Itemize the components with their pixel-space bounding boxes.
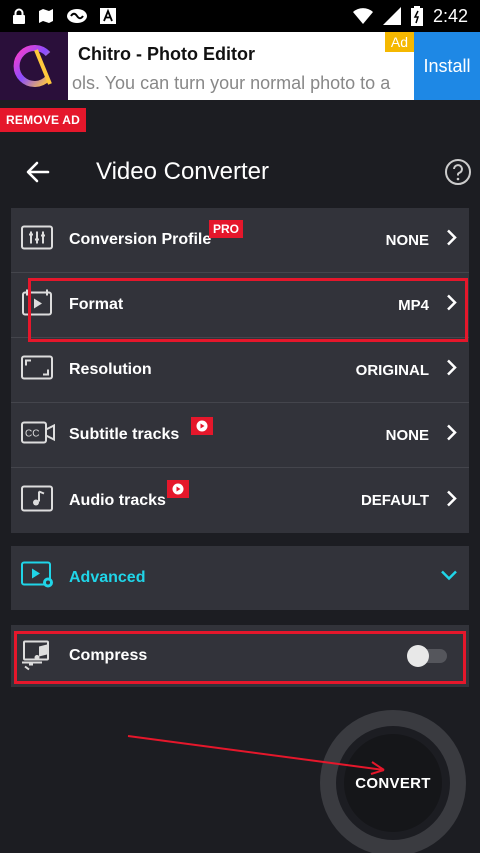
status-bar: 2:42 xyxy=(0,0,480,32)
equalizer-icon xyxy=(21,225,53,255)
format-label: Format xyxy=(69,296,124,313)
advanced-section[interactable]: Advanced xyxy=(11,546,469,610)
subtitle-tracks-value: NONE xyxy=(385,426,429,444)
chevron-right-icon xyxy=(445,488,459,513)
map-icon xyxy=(38,8,54,24)
page-title: Video Converter xyxy=(96,158,269,185)
settings-list: Conversion Profile PRO NONE Format MP4 R… xyxy=(11,208,469,533)
app-header: Video Converter xyxy=(0,148,480,196)
chevron-down-icon xyxy=(439,569,459,588)
lock-icon xyxy=(12,8,26,24)
remove-ad-button[interactable]: REMOVE AD xyxy=(0,108,87,132)
convert-button[interactable]: CONVERT xyxy=(344,734,442,832)
format-row[interactable]: Format MP4 xyxy=(11,273,469,338)
ad-install-button[interactable]: Install xyxy=(414,32,480,100)
chevron-right-icon xyxy=(445,228,459,253)
compress-icon xyxy=(21,637,55,676)
video-settings-icon xyxy=(21,561,55,595)
chevron-right-icon xyxy=(445,423,459,448)
conversion-profile-value: NONE xyxy=(385,231,429,249)
compress-toggle[interactable] xyxy=(407,645,447,667)
closed-caption-icon: CC xyxy=(21,421,55,449)
format-value: MP4 xyxy=(398,296,429,314)
chevron-right-icon xyxy=(445,293,459,318)
pro-badge: PRO xyxy=(209,220,244,238)
conversion-profile-label: Conversion Profile xyxy=(69,231,212,248)
resolution-icon xyxy=(21,355,53,385)
subtitle-tracks-label: Subtitle tracks xyxy=(69,426,180,443)
advanced-label: Advanced xyxy=(69,569,146,586)
video-ad-icon xyxy=(167,480,189,498)
infinity-icon xyxy=(66,8,88,24)
ad-text: Chitro - Photo Editor ols. You can turn … xyxy=(68,32,414,100)
resolution-row[interactable]: Resolution ORIGINAL xyxy=(11,338,469,403)
resolution-value: ORIGINAL xyxy=(355,361,429,379)
audio-tracks-row[interactable]: Audio tracks DEFAULT xyxy=(11,468,469,533)
format-play-icon xyxy=(21,289,53,322)
conversion-profile-row[interactable]: Conversion Profile PRO NONE xyxy=(11,208,469,273)
ad-tag: Ad xyxy=(384,32,414,52)
video-ad-icon xyxy=(191,417,213,435)
wifi-icon xyxy=(352,8,373,24)
signal-icon xyxy=(382,7,401,25)
compress-label: Compress xyxy=(69,647,148,664)
svg-text:CC: CC xyxy=(25,429,39,440)
resolution-label: Resolution xyxy=(69,361,152,378)
subtitle-tracks-row[interactable]: CC Subtitle tracks NONE xyxy=(11,403,469,468)
help-icon[interactable] xyxy=(444,158,472,191)
toggle-thumb xyxy=(407,645,429,667)
audio-tracks-label: Audio tracks xyxy=(69,491,166,509)
status-time: 2:42 xyxy=(432,5,468,26)
compress-row[interactable]: Compress xyxy=(11,625,469,687)
battery-icon xyxy=(410,6,423,26)
audio-tracks-value: DEFAULT xyxy=(360,492,429,509)
back-arrow-icon[interactable] xyxy=(24,158,52,191)
ad-title: Chitro - Photo Editor xyxy=(78,44,255,64)
chevron-right-icon xyxy=(445,358,459,383)
ad-banner[interactable]: Chitro - Photo Editor ols. You can turn … xyxy=(0,32,480,100)
ad-subtitle: ols. You can turn your normal photo to a xyxy=(72,73,391,93)
text-a-icon xyxy=(100,8,116,24)
ad-app-logo xyxy=(0,32,68,100)
music-note-icon xyxy=(21,485,53,516)
